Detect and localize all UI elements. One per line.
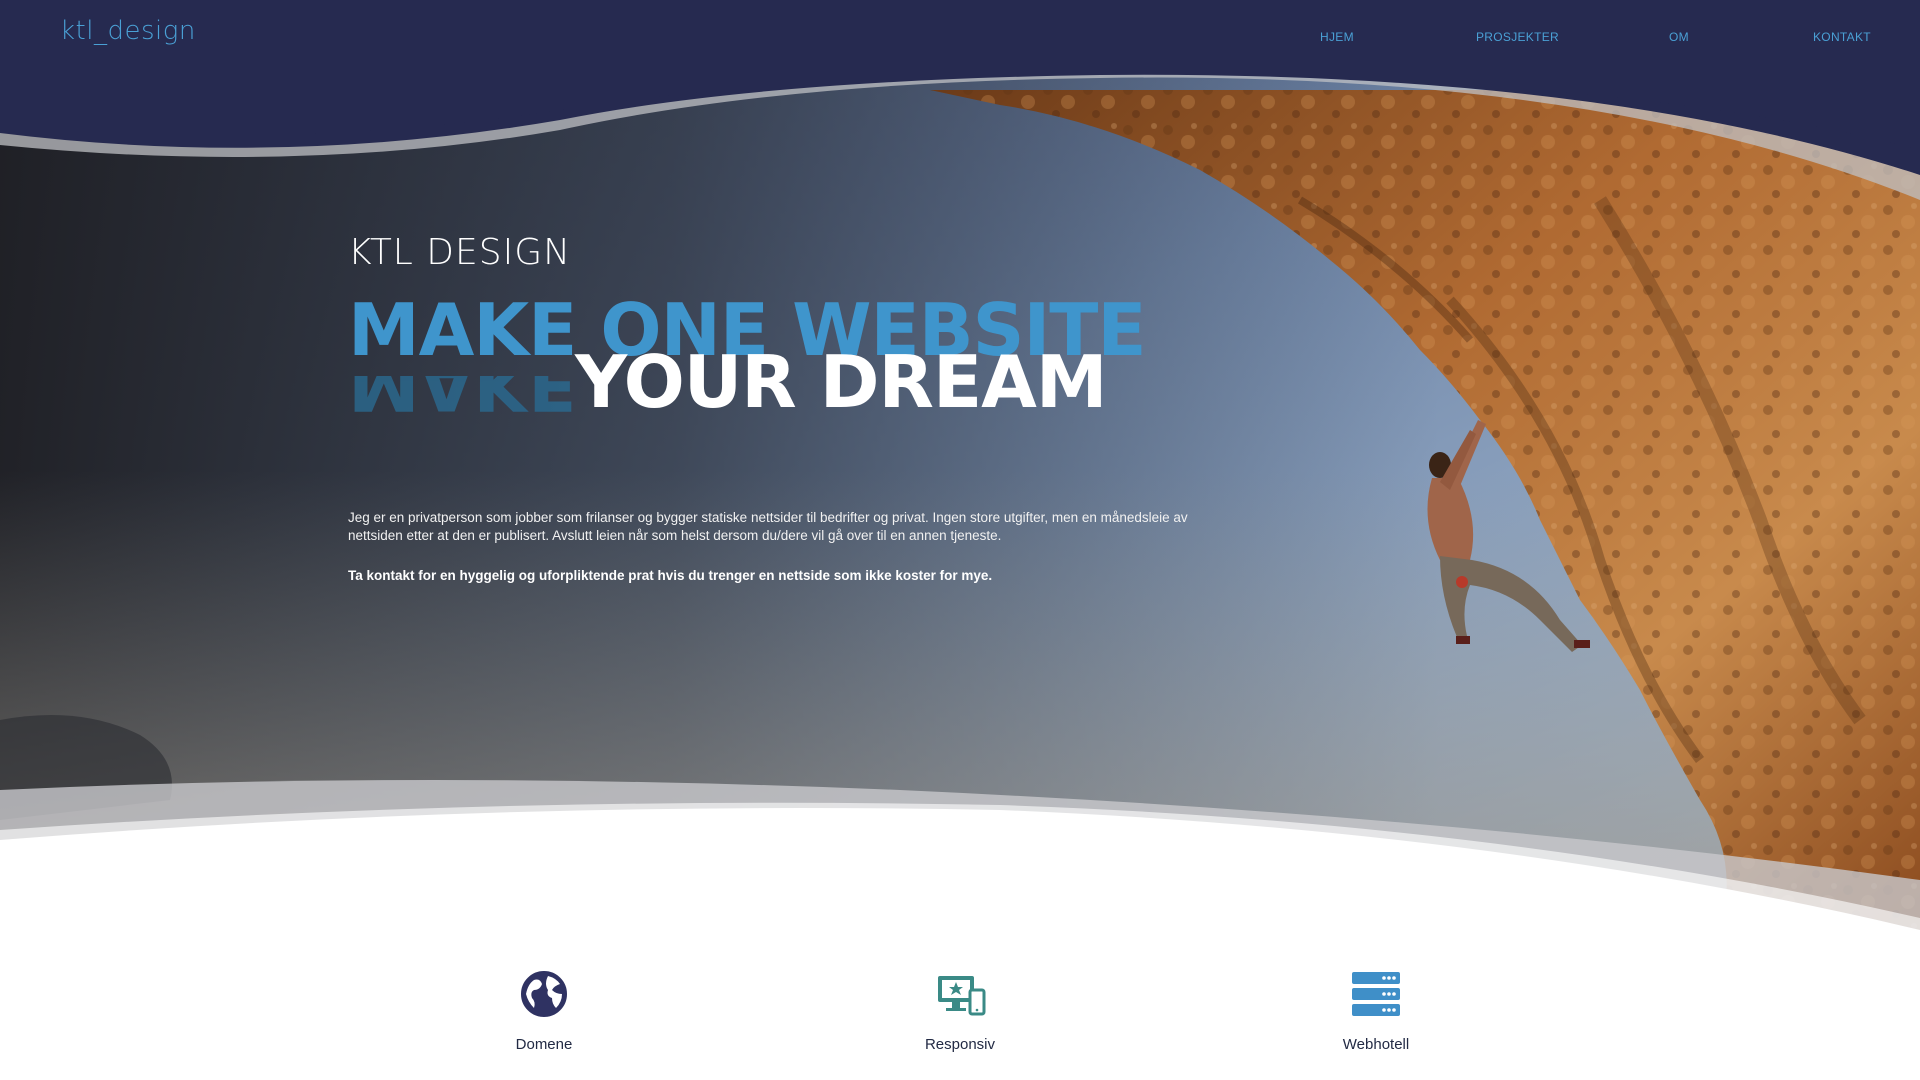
- nav-link-hjem[interactable]: HJEM: [1320, 30, 1354, 44]
- feature-webhotell: Webhotell: [1276, 940, 1476, 1053]
- hero-section: ktl_design HJEM PROSJEKTER OM KONTAKT KT…: [0, 0, 1920, 940]
- feature-label: Responsiv: [924, 1036, 996, 1053]
- hero-cta-text: Ta kontakt for en hyggelig og uforplikte…: [348, 568, 993, 583]
- hero-background: [0, 0, 1920, 940]
- nav-link-kontakt[interactable]: KONTAKT: [1813, 30, 1871, 44]
- site-logo[interactable]: ktl_design: [60, 16, 196, 46]
- responsive-devices-icon: [938, 976, 986, 1016]
- feature-responsiv: Responsiv: [860, 940, 1060, 1053]
- globe-icon: [521, 971, 567, 1017]
- top-navigation-bar: ktl_design HJEM PROSJEKTER OM KONTAKT: [0, 0, 1920, 72]
- feature-domene: Domene: [444, 940, 644, 1053]
- hero-headline: MAKE MAKE ONE WEBSITE YOUR DREAM: [348, 290, 1248, 420]
- feature-label: Domene: [515, 1036, 573, 1053]
- nav-link-om[interactable]: OM: [1669, 30, 1689, 44]
- headline-line-2: YOUR DREAM: [575, 340, 1108, 424]
- features-section: Domene Responsiv Webhotell: [0, 940, 1920, 1080]
- nav-link-prosjekter[interactable]: PROSJEKTER: [1476, 30, 1559, 44]
- feature-label: Webhotell: [1342, 1036, 1410, 1053]
- hero-brand: KTL DESIGN: [348, 232, 572, 273]
- server-icon: [1352, 972, 1400, 1016]
- hero-intro-text: Jeg er en privatperson som jobber som fr…: [348, 510, 1188, 543]
